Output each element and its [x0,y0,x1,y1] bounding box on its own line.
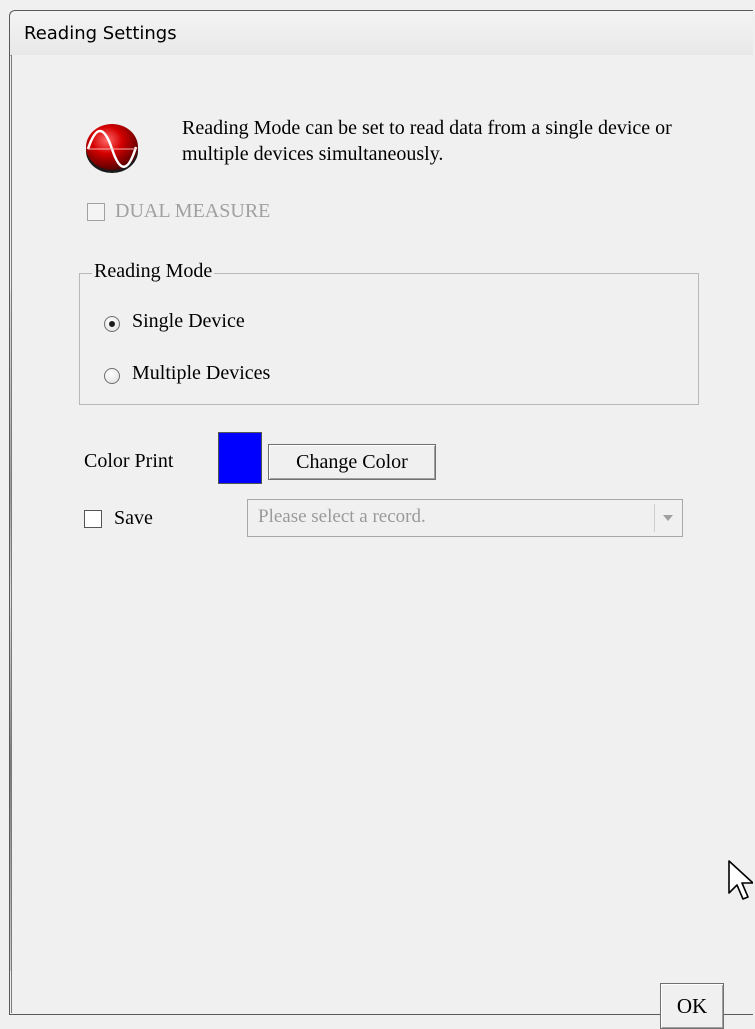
reading-mode-title: Reading Mode [92,260,215,283]
window-title: Reading Settings [24,23,177,44]
red-sine-wave-icon [86,124,138,173]
dialog-body: Reading Mode can be set to read data fro… [11,55,754,1029]
record-select[interactable]: Please select a record. [247,499,683,537]
record-select-placeholder: Please select a record. [258,506,426,527]
title-bar[interactable]: Reading Settings [10,11,753,56]
ok-button[interactable]: OK [660,983,724,1029]
color-print-swatch [218,432,262,484]
info-text: Reading Mode can be set to read data fro… [182,117,672,165]
save-label: Save [114,507,153,529]
dual-measure-label: DUAL MEASURE [115,200,271,222]
change-color-button[interactable]: Change Color [268,444,436,480]
chevron-down-icon[interactable] [654,504,680,532]
mouse-pointer-icon [728,860,753,900]
color-print-label: Color Print [84,450,174,472]
single-device-label[interactable]: Single Device [132,310,245,333]
radio-selected-dot [109,321,115,327]
dual-measure-checkbox[interactable] [87,203,105,221]
save-checkbox[interactable] [84,510,102,528]
multiple-devices-label[interactable]: Multiple Devices [132,362,270,385]
single-device-radio[interactable] [104,316,120,332]
multiple-devices-radio[interactable] [104,368,120,384]
reading-mode-group: Reading Mode Single Device Multiple Devi… [79,260,699,405]
